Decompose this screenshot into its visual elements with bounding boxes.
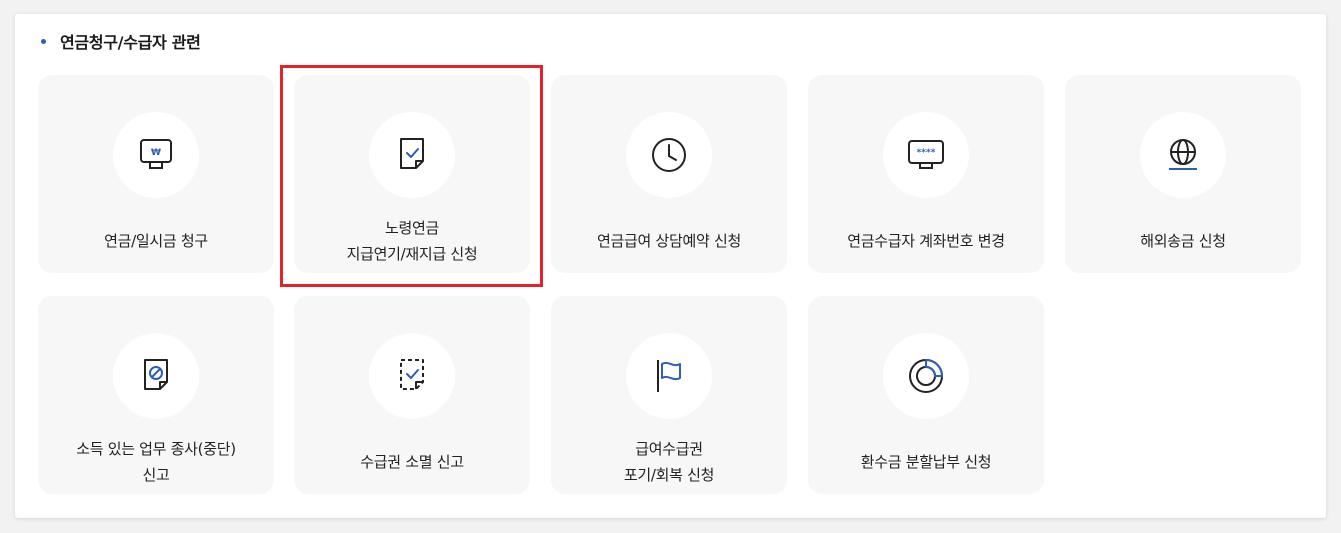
card-label: 연금수급자 계좌번호 변경 — [847, 232, 1005, 250]
card-account-change[interactable]: **** 연금수급자 계좌번호 변경 — [808, 75, 1044, 273]
card-old-age-pension-deferral[interactable]: 노령연금 지급연기/재지급 신청 — [294, 75, 530, 273]
svg-text:****: **** — [917, 148, 936, 158]
icon-circle — [626, 333, 712, 419]
icon-circle — [1140, 112, 1226, 198]
card-label: 해외송금 신청 — [1140, 232, 1226, 250]
clock-icon — [652, 138, 686, 172]
icon-circle: **** — [883, 112, 969, 198]
card-income-work-report[interactable]: 소득 있는 업무 종사(중단) 신고 — [38, 296, 274, 494]
monitor-won-icon: ₩ — [140, 139, 172, 169]
section-title-text: 연금청구/수급자 관련 — [60, 33, 201, 52]
monitor-password-icon: **** — [908, 140, 944, 169]
card-label: 연금/일시금 청구 — [104, 232, 208, 250]
svg-text:₩: ₩ — [151, 148, 161, 158]
card-label: 수급권 소멸 신고 — [360, 453, 464, 471]
card-label: 연금급여 상담예약 신청 — [597, 232, 741, 250]
card-pension-lump-sum-claim[interactable]: ₩ 연금/일시금 청구 — [38, 75, 274, 273]
card-overseas-remittance[interactable]: 해외송금 신청 — [1065, 75, 1301, 273]
flag-icon — [657, 360, 681, 392]
icon-circle — [369, 333, 455, 419]
document-check-icon — [400, 138, 424, 169]
bullet-icon — [41, 38, 46, 44]
card-label: 환수금 분할납부 신청 — [860, 453, 992, 471]
icon-circle — [626, 112, 712, 198]
card-label: 급여수급권 포기/회복 신청 — [623, 440, 715, 484]
card-consultation-booking[interactable]: 연금급여 상담예약 신청 — [551, 75, 787, 273]
globe-icon — [1169, 139, 1197, 170]
section-title: 연금청구/수급자 관련 — [41, 29, 201, 53]
card-label: 노령연금 지급연기/재지급 신청 — [346, 219, 478, 263]
pension-claim-panel: 연금청구/수급자 관련 ₩ 연금/일시금 청구 노령연금 지급연기/재지급 신청 — [15, 14, 1326, 518]
document-prohibited-icon — [144, 359, 168, 390]
icon-circle: ₩ — [113, 112, 199, 198]
dashed-document-check-icon — [400, 359, 424, 390]
card-entitlement-termination-report[interactable]: 수급권 소멸 신고 — [294, 296, 530, 494]
card-label: 소득 있는 업무 종사(중단) 신고 — [76, 440, 236, 484]
icon-circle — [113, 333, 199, 419]
icon-circle — [883, 333, 969, 419]
icon-circle — [369, 112, 455, 198]
card-repayment-installment[interactable]: 환수금 분할납부 신청 — [808, 296, 1044, 494]
ring-chart-icon — [909, 358, 944, 393]
card-entitlement-waiver-restore[interactable]: 급여수급권 포기/회복 신청 — [551, 296, 787, 494]
